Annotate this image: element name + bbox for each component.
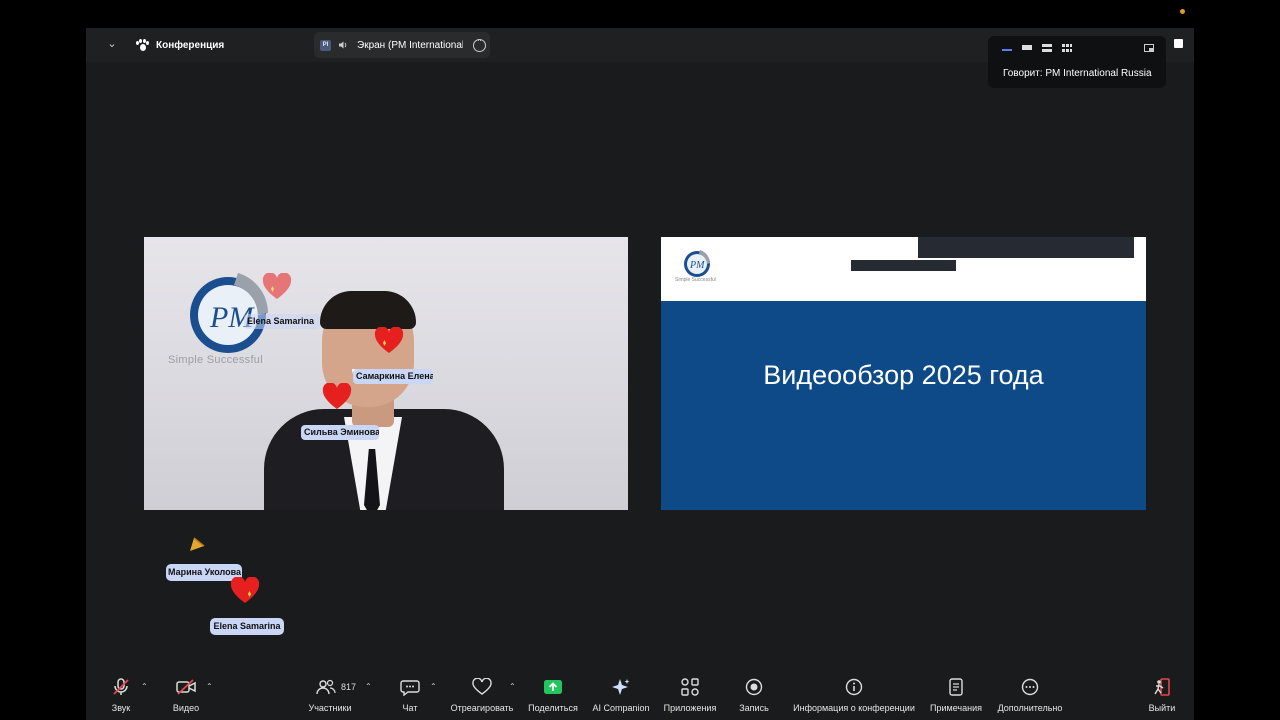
video-button[interactable]: Видео (168, 672, 204, 720)
speaker-icon (338, 40, 348, 50)
more-label: Дополнительно (997, 703, 1063, 713)
record-icon (745, 678, 763, 696)
single-view-icon[interactable] (1022, 44, 1032, 52)
participants-caret-icon[interactable]: ⌃ (365, 682, 372, 691)
audio-button[interactable]: Звук (103, 672, 139, 720)
active-speaker-label: Говорит: PM International Russia (1003, 68, 1152, 79)
heart-reaction-icon (322, 383, 352, 409)
apps-label: Приложения (663, 703, 717, 713)
more-icon (1021, 678, 1039, 696)
pm-logo-small: PM (684, 250, 710, 277)
window-mode-icon[interactable] (1174, 39, 1183, 48)
video-off-icon (176, 679, 196, 695)
svg-text:PM: PM (689, 260, 705, 271)
reaction-name-chip: Elena Samarina (210, 618, 284, 635)
audio-options-caret-icon[interactable]: ⌃ (141, 682, 148, 691)
conference-label: Конференция (156, 39, 225, 51)
redaction-bar (851, 260, 956, 271)
notes-label: Примечания (930, 703, 982, 713)
audio-label: Звук (111, 703, 131, 713)
slide-body (661, 301, 1146, 510)
info-icon (845, 678, 863, 696)
leave-icon (1154, 678, 1170, 696)
more-options-icon[interactable] (473, 35, 486, 52)
record-button[interactable]: Запись (734, 672, 774, 720)
reaction-name-chip: Самаркина Елена (353, 369, 433, 384)
party-popper-icon (190, 537, 205, 551)
share-tab-title: Экран (PM International (357, 39, 463, 51)
share-label: Поделиться (528, 703, 578, 713)
react-button[interactable]: Отреагировать (446, 672, 518, 720)
reaction-name-chip: Сильва Эминова (301, 425, 379, 440)
more-button[interactable]: Дополнительно (992, 672, 1068, 720)
shared-screen-tile[interactable]: PM Simple Successful Видеообзор 2025 год… (661, 237, 1146, 510)
slide-title: Видеообзор 2025 года (763, 360, 1044, 390)
participants-button[interactable]: Участники (304, 672, 356, 720)
logo-tagline: Simple Successful (168, 354, 263, 366)
person-hair (320, 291, 416, 329)
screen-share-tab[interactable]: PI Экран (PM International (314, 32, 490, 58)
leave-button[interactable]: Выйти (1144, 672, 1180, 720)
heart-reaction-icon (262, 273, 292, 299)
video-options-caret-icon[interactable]: ⌃ (206, 682, 213, 691)
share-screen-icon (544, 680, 562, 694)
share-button[interactable]: Поделиться (524, 672, 582, 720)
redaction-bar (918, 237, 1134, 258)
chat-icon (400, 680, 420, 696)
heart-reaction-icon (230, 577, 260, 603)
speaker-view-popup: Говорит: PM International Russia (988, 36, 1166, 88)
participant-video-tile[interactable]: PM Simple Successful Elena Samarina Сама… (144, 237, 628, 510)
chat-button[interactable]: Чат (392, 672, 428, 720)
ai-companion-button[interactable]: AI Companion (589, 672, 653, 720)
notification-dot (1180, 9, 1185, 14)
zoom-meeting-window: ⌄ Конференция PI Экран (PM International (86, 28, 1194, 720)
logo-tagline-small: Simple Successful (675, 277, 716, 283)
heart-reaction-icon (374, 327, 404, 353)
reaction-name-chip: Elena Samarina (244, 314, 320, 329)
chat-caret-icon[interactable]: ⌃ (430, 682, 437, 691)
view-switcher (1002, 44, 1072, 52)
record-label: Запись (739, 703, 769, 713)
leave-label: Выйти (1148, 703, 1176, 713)
participants-icon (316, 679, 336, 695)
participants-label: Участники (308, 703, 352, 713)
chat-label: Чат (402, 703, 418, 713)
zoom-paw-icon (136, 38, 149, 52)
chevron-down-icon[interactable]: ⌄ (104, 36, 120, 52)
app-badge: PI (320, 39, 331, 51)
react-label: Отреагировать (450, 703, 514, 713)
meeting-info-label: Информация о конференции (793, 703, 915, 713)
speaker-view-icon[interactable] (1002, 45, 1012, 51)
notes-button[interactable]: Примечания (926, 672, 986, 720)
meeting-toolbar: Звук ⌃ Видео ⌃ Участники 817 ⌃ Чат ⌃ Отр… (86, 672, 1194, 720)
ai-companion-label: AI Companion (592, 703, 650, 713)
react-caret-icon[interactable]: ⌃ (509, 682, 516, 691)
participants-count: 817 (341, 682, 357, 692)
mic-muted-icon (113, 678, 129, 695)
apps-button[interactable]: Приложения (660, 672, 720, 720)
gallery-view-icon[interactable] (1062, 44, 1072, 52)
slide-header: PM Simple Successful (661, 237, 1146, 301)
multi-speaker-view-icon[interactable] (1042, 44, 1052, 52)
notes-icon (949, 678, 963, 696)
heart-outline-icon (472, 678, 492, 695)
video-label: Видео (172, 703, 200, 713)
apps-icon (681, 678, 699, 696)
meeting-info-button[interactable]: Информация о конференции (788, 672, 920, 720)
ai-sparkle-icon (612, 679, 630, 695)
conference-menu[interactable]: Конференция (136, 36, 224, 54)
picture-in-picture-icon[interactable] (1144, 44, 1154, 52)
